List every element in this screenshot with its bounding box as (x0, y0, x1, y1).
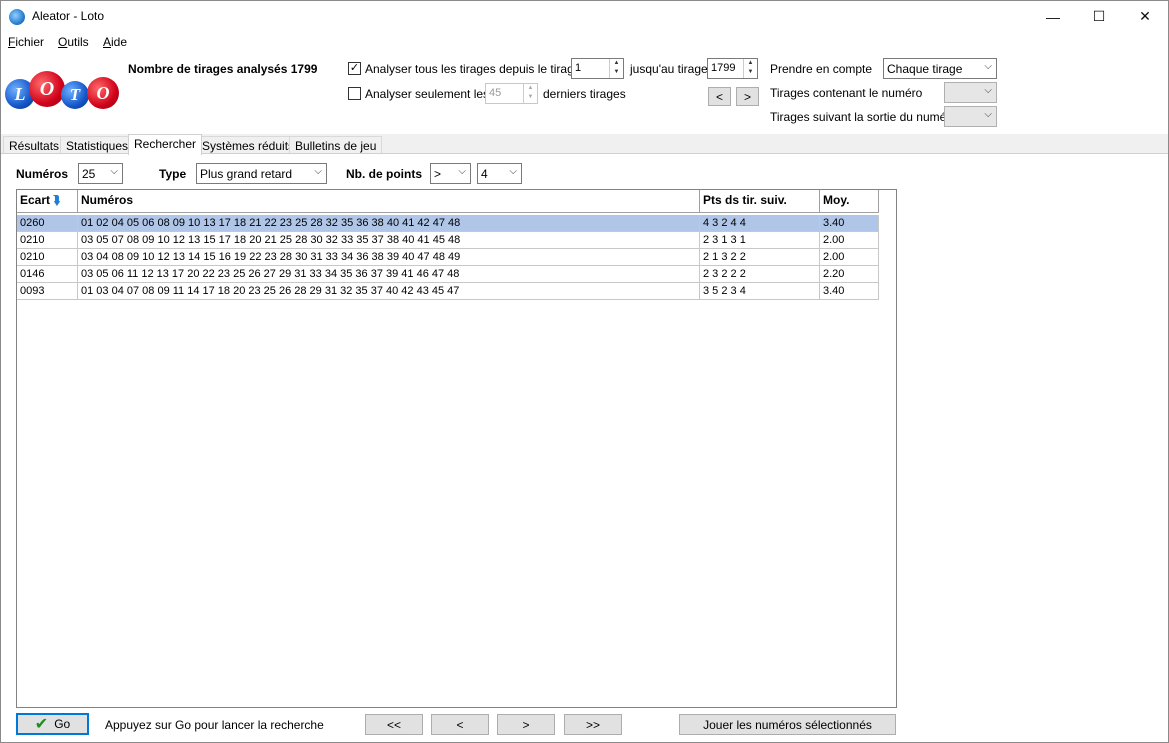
spin-down-icon[interactable]: ▼ (610, 68, 623, 77)
sort-descending-icon: ⮯ (53, 193, 61, 207)
containing-label: Tirages contenant le numéro (770, 86, 923, 100)
table-row[interactable]: 0210 03 05 07 08 09 10 12 13 15 17 18 20… (17, 232, 879, 249)
from-draw-spinner[interactable]: 1 ▲ ▼ (571, 58, 624, 79)
cell-moyenne: 2.00 (820, 232, 879, 249)
chevron-down-icon: ⌵ (984, 109, 992, 120)
chevron-down-icon: ⌵ (984, 85, 992, 96)
prev-draw-button[interactable]: < (708, 87, 731, 106)
cell-moyenne: 3.40 (820, 283, 879, 300)
app-window: Aleator - Loto — ☐ ✕ Fichier Outils Aide… (0, 0, 1169, 743)
following-label: Tirages suivant la sortie du numéro (770, 110, 957, 124)
last-draws-label: derniers tirages (543, 87, 626, 101)
spin-up-icon[interactable]: ▲ (610, 59, 623, 68)
cell-ecart: 0210 (17, 232, 78, 249)
next-draw-button[interactable]: > (736, 87, 759, 106)
type-select[interactable]: Plus grand retard ⌵ (196, 163, 327, 184)
tab-rechercher[interactable]: Rechercher (128, 134, 203, 155)
cell-points: 3 5 2 3 4 (700, 283, 820, 300)
analyze-only-checkbox[interactable] (348, 87, 361, 100)
loto-logo: L O T O (5, 69, 121, 113)
next-page-button[interactable]: > (497, 714, 555, 735)
cell-ecart: 0210 (17, 249, 78, 266)
numeros-label: Numéros (16, 167, 69, 181)
logo-letter-o: O (29, 71, 65, 107)
analyze-all-label: Analyser tous les tirages depuis le tira… (365, 62, 581, 76)
spin-down-icon[interactable]: ▼ (744, 68, 757, 77)
cell-ecart: 0146 (17, 266, 78, 283)
type-label: Type (159, 167, 187, 181)
table-row[interactable]: 0260 01 02 04 05 06 08 09 10 13 17 18 21… (17, 215, 879, 232)
analyze-only-label: Analyser seulement les (365, 87, 490, 101)
spin-down-icon[interactable]: ▼ (524, 93, 537, 102)
cell-points: 2 3 1 3 1 (700, 232, 820, 249)
spin-up-icon[interactable]: ▲ (744, 59, 757, 68)
until-draw-spinner[interactable]: 1799 ▲ ▼ (707, 58, 758, 79)
tab-strip: Résultats Statistiques Rechercher Systèm… (1, 134, 1168, 155)
chevron-down-icon: ⌵ (314, 166, 322, 177)
last-draws-spinner[interactable]: 45 ▲ ▼ (485, 83, 538, 104)
first-page-button[interactable]: << (365, 714, 423, 735)
cell-moyenne: 2.00 (820, 249, 879, 266)
menu-bar: Fichier Outils Aide (1, 32, 1168, 52)
analyze-all-checkbox[interactable]: ✓ (348, 62, 361, 75)
search-hint: Appuyez sur Go pour lancer la recherche (105, 718, 324, 732)
column-header-moyenne[interactable]: Moy. (820, 190, 879, 213)
cell-numeros: 01 03 04 07 08 09 11 14 17 18 20 23 25 2… (78, 283, 700, 300)
column-header-ecart[interactable]: Ecart ⮯ (17, 190, 78, 213)
tab-bulletins-de-jeu[interactable]: Bulletins de jeu (289, 136, 383, 154)
spin-up-icon[interactable]: ▲ (524, 84, 537, 93)
minimize-button[interactable]: — (1030, 1, 1076, 32)
tab-statistiques[interactable]: Statistiques (60, 136, 135, 154)
chevron-down-icon: ⌵ (458, 166, 466, 177)
column-header-numeros[interactable]: Numéros (78, 190, 700, 213)
containing-number-select[interactable]: ⌵ (944, 82, 997, 103)
until-label: jusqu'au tirage (630, 62, 708, 76)
menu-aide[interactable]: Aide (103, 35, 127, 49)
checkmark-icon: ✔ (34, 716, 49, 733)
go-button[interactable]: ✔ Go (16, 713, 89, 735)
app-icon (9, 9, 25, 25)
column-header-points[interactable]: Pts ds tir. suiv. (700, 190, 820, 213)
analyzed-count: Nombre de tirages analysés 1799 (128, 62, 318, 76)
logo-letter-t: T (61, 81, 89, 109)
title-bar: Aleator - Loto — ☐ ✕ (1, 1, 1168, 32)
table-row[interactable]: 0146 03 05 06 11 12 13 17 20 22 23 25 26… (17, 266, 879, 283)
cell-ecart: 0093 (17, 283, 78, 300)
tab-systemes-reduits[interactable]: Systèmes réduits (196, 136, 301, 154)
logo-letter-o2: O (87, 77, 119, 109)
cell-numeros: 03 05 07 08 09 10 12 13 15 17 18 20 21 2… (78, 232, 700, 249)
menu-fichier[interactable]: Fichier (8, 35, 44, 49)
cell-moyenne: 3.40 (820, 215, 879, 232)
tab-resultats[interactable]: Résultats (3, 136, 66, 154)
cell-numeros: 03 05 06 11 12 13 17 20 22 23 25 26 27 2… (78, 266, 700, 283)
consider-select[interactable]: Chaque tirage ⌵ (883, 58, 997, 79)
points-value-select[interactable]: 4 ⌵ (477, 163, 522, 184)
points-operator-select[interactable]: > ⌵ (430, 163, 471, 184)
last-page-button[interactable]: >> (564, 714, 622, 735)
following-number-select[interactable]: ⌵ (944, 106, 997, 127)
previous-page-button[interactable]: < (431, 714, 489, 735)
cell-ecart: 0260 (17, 215, 78, 232)
cell-moyenne: 2.20 (820, 266, 879, 283)
cell-points: 2 3 2 2 2 (700, 266, 820, 283)
points-label: Nb. de points (346, 167, 422, 181)
chevron-down-icon: ⌵ (984, 61, 992, 72)
cell-numeros: 03 04 08 09 10 12 13 14 15 16 19 22 23 2… (78, 249, 700, 266)
chevron-down-icon: ⌵ (110, 166, 118, 177)
consider-label: Prendre en compte (770, 62, 873, 76)
numeros-select[interactable]: 25 ⌵ (78, 163, 123, 184)
menu-outils[interactable]: Outils (58, 35, 89, 49)
cell-points: 2 1 3 2 2 (700, 249, 820, 266)
window-title: Aleator - Loto (32, 9, 105, 23)
chevron-down-icon: ⌵ (509, 166, 517, 177)
cell-points: 4 3 2 4 4 (700, 215, 820, 232)
table-row[interactable]: 0210 03 04 08 09 10 12 13 14 15 16 19 22… (17, 249, 879, 266)
play-selected-button[interactable]: Jouer les numéros sélectionnés (679, 714, 896, 735)
maximize-button[interactable]: ☐ (1076, 1, 1122, 32)
results-grid[interactable]: Ecart ⮯ Numéros Pts ds tir. suiv. Moy. 02… (16, 189, 897, 708)
close-button[interactable]: ✕ (1122, 1, 1168, 32)
cell-numeros: 01 02 04 05 06 08 09 10 13 17 18 21 22 2… (78, 215, 700, 232)
table-row[interactable]: 0093 01 03 04 07 08 09 11 14 17 18 20 23… (17, 283, 879, 300)
